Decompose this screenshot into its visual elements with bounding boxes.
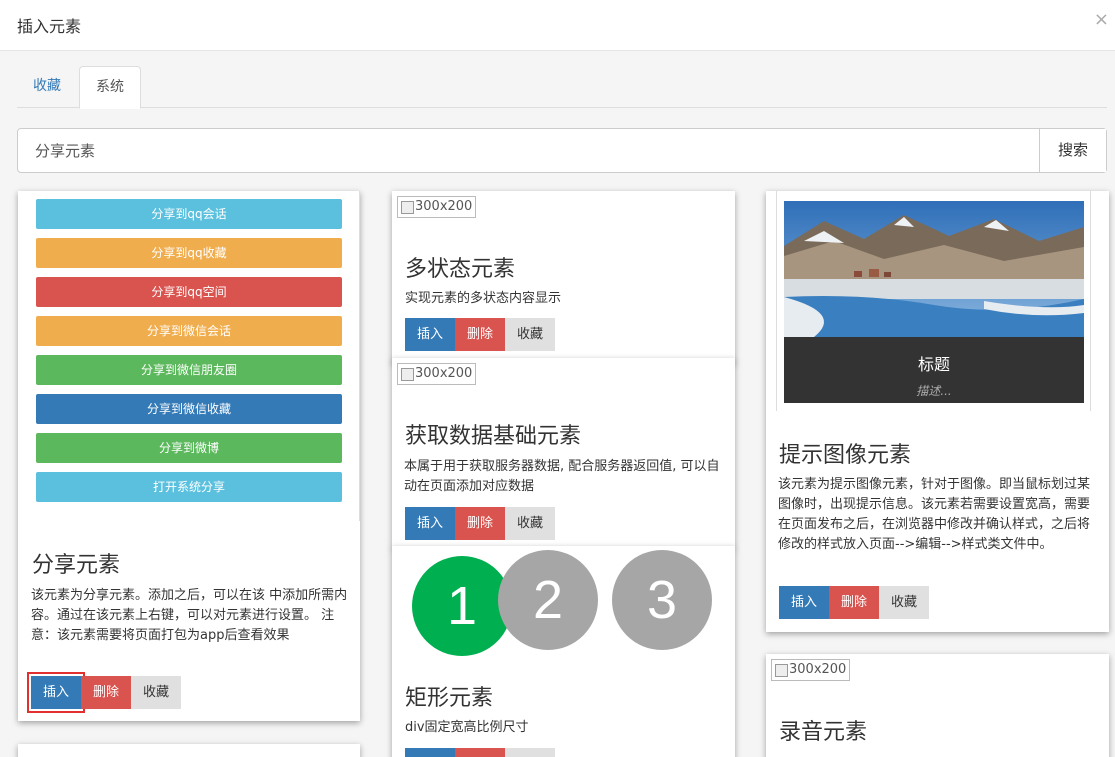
- tab-bar: 收藏 系统: [17, 66, 1107, 109]
- card-title: 录音元素: [779, 720, 868, 745]
- card-title: 提示图像元素: [779, 443, 912, 468]
- image-placeholder: 300x200: [771, 659, 851, 681]
- insert-button[interactable]: 插入: [405, 748, 456, 757]
- tooltip-image-preview: 标题 描述...: [776, 191, 1091, 411]
- delete-button[interactable]: 删除: [455, 507, 506, 540]
- favorite-button[interactable]: 收藏: [879, 586, 930, 619]
- card-rect-element: 1 2 3 矩形元素 div固定宽高比例尺寸 插入 删除 收藏: [392, 546, 735, 757]
- card-title: 矩形元素: [405, 686, 494, 711]
- share-qq-zone-button[interactable]: 分享到qq空间: [36, 277, 342, 307]
- image-placeholder: 300x200: [397, 363, 477, 385]
- modal-header: 插入元素 ×: [0, 0, 1115, 51]
- search-box: 搜索: [17, 128, 1107, 173]
- image-placeholder: 300x200: [397, 196, 477, 218]
- favorite-button[interactable]: 收藏: [131, 676, 182, 709]
- caption-title: 标题: [917, 355, 950, 374]
- card-description: div固定宽高比例尺寸: [405, 720, 529, 735]
- search-input[interactable]: [18, 129, 1040, 172]
- share-weibo-button[interactable]: 分享到微博: [36, 433, 342, 463]
- card-title: 多状态元素: [405, 257, 516, 282]
- share-qq-favorite-button[interactable]: 分享到qq收藏: [36, 238, 342, 268]
- share-wechat-favorite-button[interactable]: 分享到微信收藏: [36, 394, 342, 424]
- card-multistate-element: 300x200 多状态元素 实现元素的多状态内容显示 插入 删除 收藏: [392, 191, 735, 363]
- search-button[interactable]: 搜索: [1039, 129, 1106, 172]
- share-wechat-moments-button[interactable]: 分享到微信朋友圈: [36, 355, 342, 385]
- tab-system[interactable]: 系统: [79, 66, 141, 109]
- landscape-image: [784, 201, 1084, 337]
- delete-button[interactable]: 删除: [455, 318, 506, 351]
- card-description: 本属于用于获取服务器数据, 配合服务器返回值, 可以自动在页面添加对应数据: [404, 459, 720, 494]
- share-qq-chat-button[interactable]: 分享到qq会话: [36, 199, 342, 229]
- card-tooltip-image-element: 标题 描述... 提示图像元素 该元素为提示图像元素，针对于图像。即当鼠标划过某…: [766, 191, 1109, 632]
- modal-body: 收藏 系统 搜索 分享到qq会话 分享到qq收藏 分享到qq空间 分享到微信会话…: [0, 51, 1115, 757]
- card-description: 实现元素的多状态内容显示: [405, 291, 562, 306]
- delete-button[interactable]: 删除: [81, 676, 132, 709]
- card-share-element: 分享到qq会话 分享到qq收藏 分享到qq空间 分享到微信会话 分享到微信朋友圈…: [18, 191, 360, 721]
- insert-button[interactable]: 插入: [405, 318, 456, 351]
- share-preview: 分享到qq会话 分享到qq收藏 分享到qq空间 分享到微信会话 分享到微信朋友圈…: [18, 191, 360, 521]
- insert-button[interactable]: 插入: [405, 507, 456, 540]
- step-circle-2: 2: [498, 550, 598, 650]
- card-actions: 插入 删除 收藏: [405, 507, 556, 540]
- card-actions: 插入 删除 收藏: [405, 318, 556, 351]
- card-audio-element: 300x200 录音元素: [766, 654, 1109, 757]
- card-title: 获取数据基础元素: [405, 424, 582, 449]
- card-next: [18, 744, 360, 757]
- card-data-element: 300x200 获取数据基础元素 本属于用于获取服务器数据, 配合服务器返回值,…: [392, 358, 735, 548]
- insert-button[interactable]: 插入: [26, 672, 86, 713]
- caption-description: 描述...: [916, 384, 952, 398]
- card-description: 该元素为提示图像元素，针对于图像。即当鼠标划过某图像时，出现提示信息。该元素若需…: [778, 477, 1091, 552]
- card-title: 分享元素: [32, 553, 121, 578]
- card-description: 该元素为分享元素。添加之后，可以在该 中添加所需内容。通过在该元素上右键，可以对…: [31, 588, 348, 643]
- favorite-button[interactable]: 收藏: [505, 318, 556, 351]
- step-circle-1: 1: [412, 556, 512, 656]
- insert-button[interactable]: 插入: [779, 586, 830, 619]
- tab-favorites[interactable]: 收藏: [17, 66, 77, 108]
- card-actions: 插入 删除 收藏: [405, 748, 556, 757]
- modal-title: 插入元素: [17, 17, 82, 36]
- share-wechat-chat-button[interactable]: 分享到微信会话: [36, 316, 342, 346]
- favorite-button[interactable]: 收藏: [505, 748, 556, 757]
- card-actions: 插入 删除 收藏: [26, 672, 182, 713]
- close-icon[interactable]: ×: [1094, 9, 1109, 30]
- delete-button[interactable]: 删除: [455, 748, 506, 757]
- step-circle-3: 3: [612, 550, 712, 650]
- open-system-share-button[interactable]: 打开系统分享: [36, 472, 342, 502]
- card-actions: 插入 删除 收藏: [779, 586, 930, 619]
- image-caption: 标题 描述...: [784, 337, 1084, 403]
- favorite-button[interactable]: 收藏: [505, 507, 556, 540]
- delete-button[interactable]: 删除: [829, 586, 880, 619]
